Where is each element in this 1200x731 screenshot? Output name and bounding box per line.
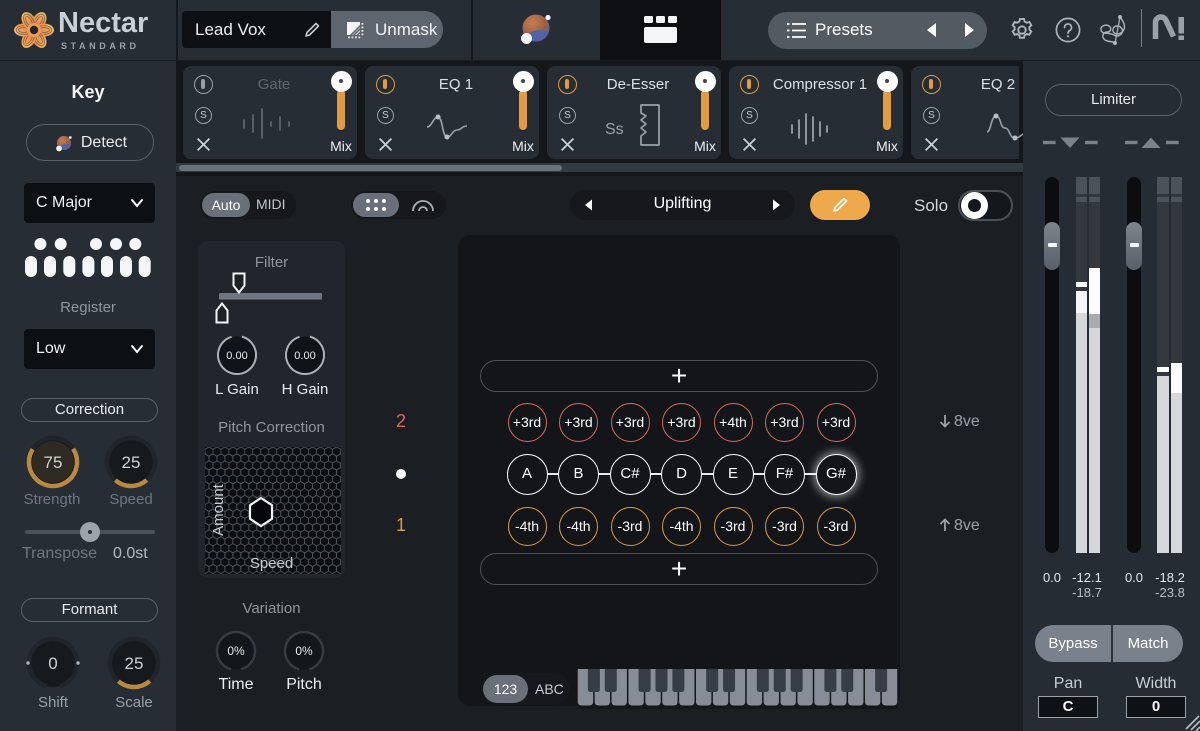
svg-text:0: 0 (48, 654, 57, 673)
svg-text:75: 75 (44, 453, 63, 472)
svg-text:0.00: 0.00 (226, 350, 247, 362)
svg-text:Ss: Ss (605, 121, 624, 138)
svg-text:0%: 0% (227, 644, 245, 658)
svg-text:0.00: 0.00 (294, 350, 315, 362)
svg-text:0%: 0% (295, 644, 313, 658)
svg-text:25: 25 (122, 453, 141, 472)
svg-text:25: 25 (125, 654, 144, 673)
